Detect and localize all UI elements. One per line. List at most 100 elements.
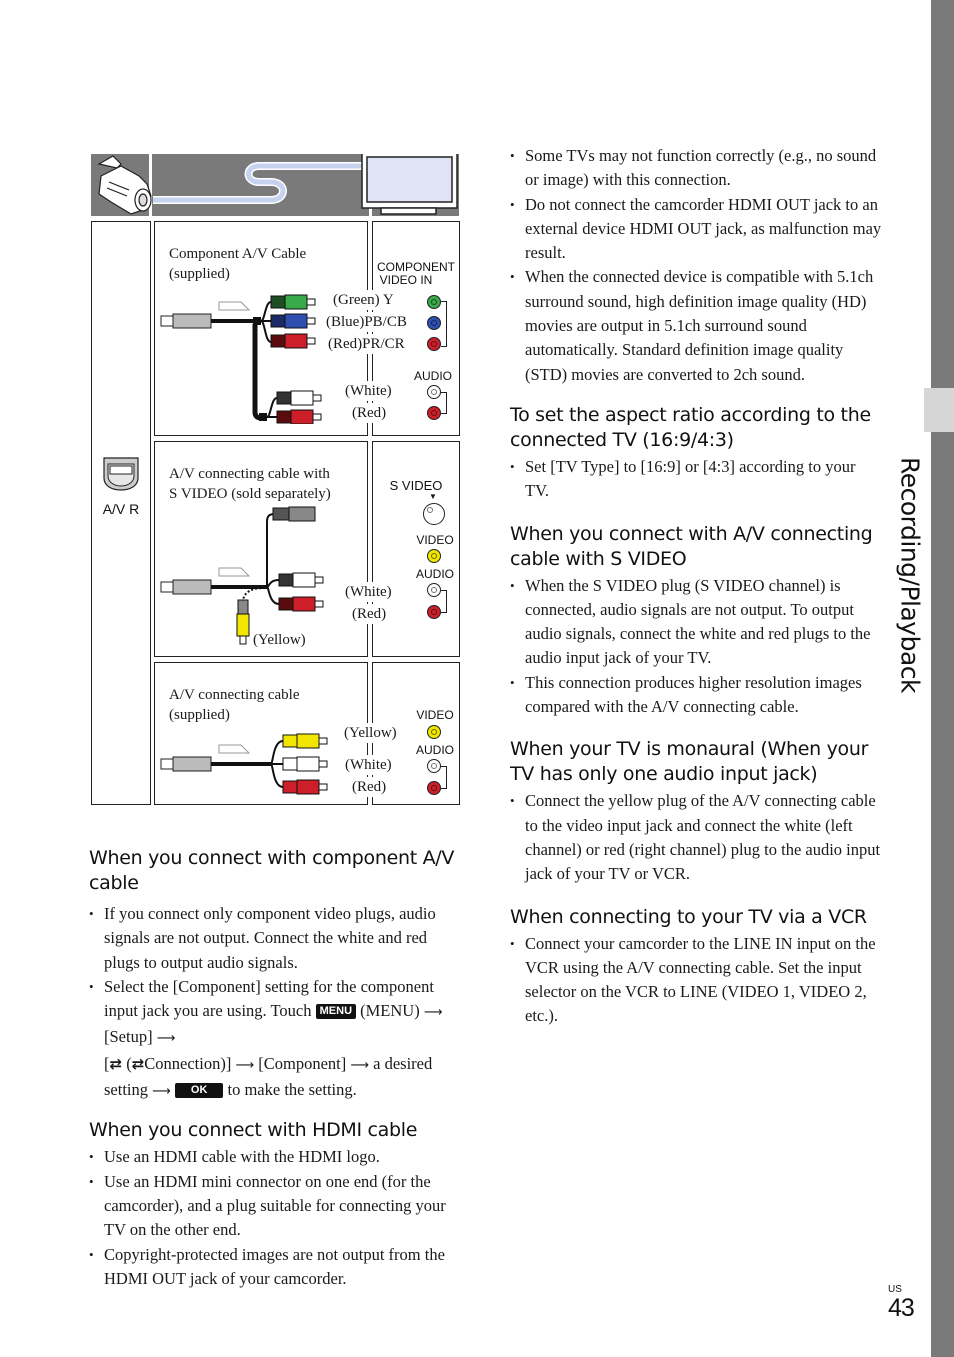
red-plug	[278, 596, 324, 612]
red-label: (Red)	[352, 403, 387, 423]
av-cable-illustration	[160, 733, 328, 795]
white-jack-icon	[427, 583, 441, 597]
bracket	[441, 766, 447, 789]
bullet-text: [Setup]	[104, 1027, 153, 1047]
red-plug	[282, 779, 328, 795]
bullet-item: Do not connect the camcorder HDMI OUT ja…	[510, 193, 882, 266]
vcr-section: When connecting to your TV via a VCR Con…	[510, 905, 882, 1029]
video-label: VIDEO	[416, 533, 454, 547]
white-plug	[276, 390, 322, 406]
bullet-item: When the S VIDEO plug (S VIDEO channel) …	[510, 574, 882, 671]
page-number-value: 43	[888, 1294, 915, 1322]
video-in-label: VIDEO IN	[379, 273, 433, 287]
green-plug	[270, 294, 316, 310]
tv-svideo-jacks: S VIDEO ▼ VIDEO AUDIO	[372, 441, 460, 657]
component-cable-illustration	[160, 294, 322, 424]
camcorder-icon	[97, 155, 152, 215]
red-audio-jack-icon	[427, 406, 441, 420]
right-column: Some TVs may not function correctly (e.g…	[510, 144, 882, 1041]
connection-icon: ⇄	[131, 1054, 145, 1073]
section-heading: When you connect with HDMI cable	[89, 1119, 418, 1142]
white-plug	[282, 756, 328, 772]
svideo-cable-panel: A/V connecting cable with S VIDEO (sold …	[154, 441, 368, 657]
page-number: US 43	[888, 1285, 915, 1322]
cable-label: A/V connecting cable	[169, 687, 300, 703]
green-y-label: (Green) Y	[333, 290, 394, 310]
camcorder-to-tv-illustration	[97, 152, 458, 216]
arrow-right-icon: ⟶	[423, 1005, 443, 1021]
section-heading: When you connect with component A/V cabl…	[89, 847, 455, 894]
av-plug-icon	[160, 756, 212, 772]
camcorder-jack-column: A/V R	[91, 221, 151, 805]
ok-button-icon: OK	[174, 1083, 224, 1099]
yellow-jack-icon	[427, 725, 441, 739]
cable-label-supplied: (supplied)	[169, 266, 230, 282]
section-heading: When you connect with A/V connecting cab…	[510, 522, 873, 570]
av-r-connector-icon	[103, 457, 139, 491]
cable-label: A/V connecting cable with	[169, 466, 330, 482]
arrow-down-icon: ▼	[429, 492, 437, 501]
component-section: When you connect with component A/V cabl…	[89, 846, 461, 1104]
bullet-item: Use an HDMI cable with the HDMI logo.	[89, 1145, 461, 1170]
red-plug	[270, 333, 316, 349]
white-label: (White)	[345, 381, 392, 401]
bullet-item: Connect your camcorder to the LINE IN in…	[510, 932, 882, 1029]
bullet-item: Connect the yellow plug of the A/V conne…	[510, 789, 882, 886]
svideo-jack-icon	[423, 503, 445, 525]
aspect-ratio-section: To set the aspect ratio according to the…	[510, 403, 882, 504]
yellow-label: (Yellow)	[253, 632, 306, 648]
yellow-plug	[236, 599, 250, 645]
section-tab-active[interactable]	[924, 388, 954, 432]
connection-diagram: A/V R Component A/V Cable (supplied) COM…	[90, 152, 460, 808]
blue-plug	[270, 313, 316, 329]
red-audio-plug	[276, 409, 322, 424]
tv-icon	[361, 152, 458, 215]
white-jack-icon	[427, 385, 441, 399]
svideo-plug	[272, 506, 316, 522]
section-heading: When connecting to your TV via a VCR	[510, 905, 867, 928]
cable-label-supplied: (supplied)	[169, 707, 230, 723]
hdmi-notes-section: Some TVs may not function correctly (e.g…	[510, 144, 882, 387]
left-column: When you connect with component A/V cabl…	[89, 846, 461, 1303]
bullet-item: Use an HDMI mini connector on one end (f…	[89, 1170, 461, 1243]
bullet-text: [Component]	[258, 1053, 347, 1073]
bracket	[441, 301, 447, 347]
diagram-header	[91, 152, 459, 216]
cable-label-sold-separately: S VIDEO (sold separately)	[169, 486, 331, 502]
blue-pb-cb-label: (Blue)PB/CB	[326, 312, 407, 332]
red-label: (Red)	[352, 777, 387, 797]
audio-label: AUDIO	[415, 743, 454, 757]
bullet-text: to make the setting.	[227, 1080, 357, 1100]
av-cable-panel: A/V connecting cable (supplied)	[154, 662, 368, 805]
connection-icon: ⇄	[109, 1054, 123, 1073]
arrow-right-icon: ⟶	[152, 1084, 171, 1100]
red-jack-icon	[427, 781, 441, 795]
white-plug	[278, 572, 324, 588]
monaural-section: When your TV is monaural (When your TV h…	[510, 737, 882, 886]
arrow-right-icon: ⟶	[350, 1057, 369, 1073]
white-label: (White)	[345, 755, 392, 775]
section-label-text: Recording/Playback	[895, 456, 925, 694]
section-label: Recording/Playback	[870, 440, 950, 710]
av-plug-icon	[160, 579, 212, 595]
section-heading: When your TV is monaural (When your TV h…	[510, 738, 869, 786]
menu-button-icon: MENU	[315, 1004, 357, 1020]
bullet-item: Copyright-protected images are not outpu…	[89, 1243, 461, 1292]
white-label: (White)	[345, 582, 392, 602]
yellow-jack-icon	[427, 549, 441, 563]
bullet-item: Select the [Component] setting for the c…	[89, 975, 461, 1104]
av-plug-icon	[160, 313, 212, 329]
bullet-text: (MENU)	[360, 1001, 420, 1021]
yellow-label: (Yellow)	[344, 723, 397, 743]
yellow-plug	[282, 733, 328, 749]
video-label: VIDEO	[416, 708, 454, 722]
section-heading: To set the aspect ratio according to the…	[510, 403, 871, 451]
blue-jack-icon	[427, 316, 441, 330]
red-jack-icon	[427, 337, 441, 351]
red-jack-icon	[427, 605, 441, 619]
green-jack-icon	[427, 295, 441, 309]
av-r-label: A/V R	[102, 501, 140, 517]
hdmi-section: When you connect with HDMI cable Use an …	[89, 1118, 461, 1291]
bullet-item: If you connect only component video plug…	[89, 902, 461, 975]
arrow-right-icon: ⟶	[235, 1057, 255, 1073]
